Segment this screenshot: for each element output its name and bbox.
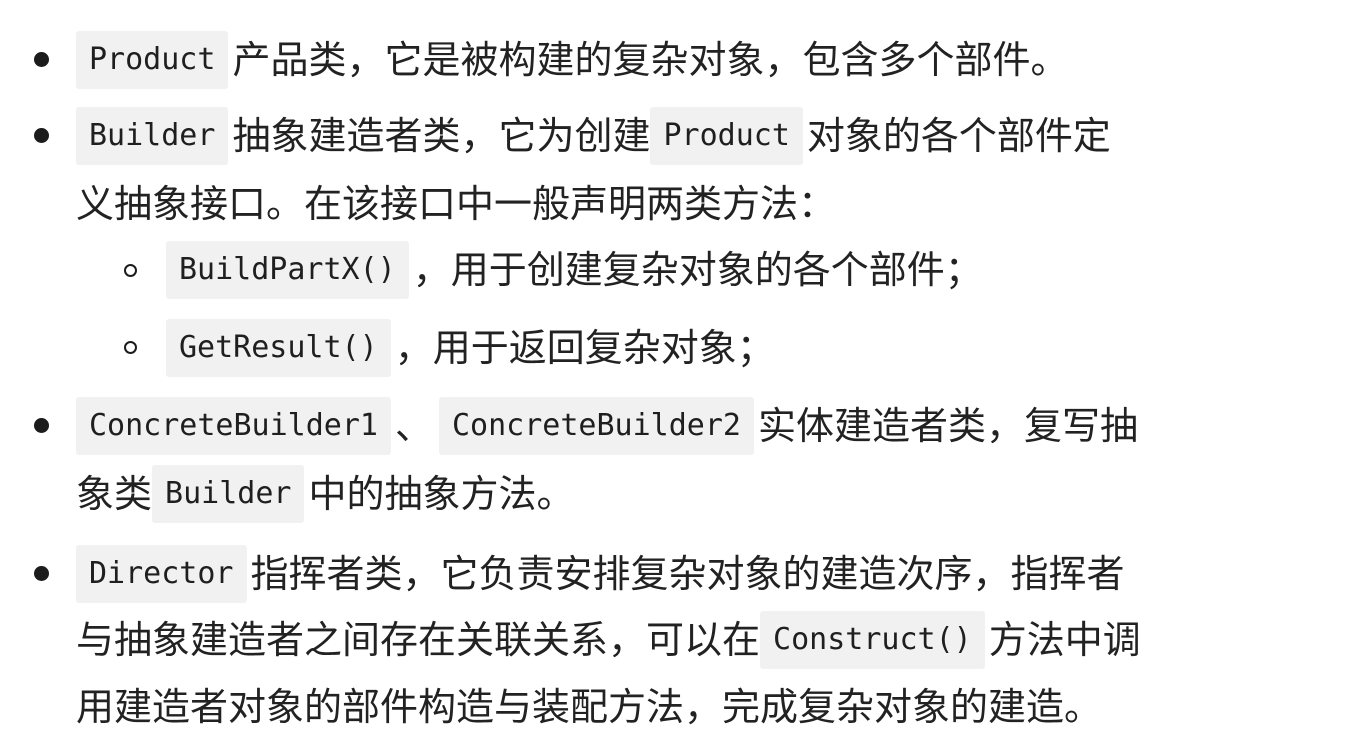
list-item-line: Builder 抽象建造者类，它为创建 Product 对象的各个部件定 (76, 104, 1332, 168)
inline-code: GetResult() (166, 319, 391, 377)
inline-code: Product (650, 107, 803, 165)
bullet-dot-icon (34, 52, 49, 67)
item-text: 义抽象接口。在该接口中一般声明两类方法： (76, 182, 837, 226)
inline-code: BuildPartX() (166, 241, 409, 299)
sub-list-item-line: GetResult() ，用于返回复杂对象； (166, 316, 1332, 380)
bullet-dot-icon (34, 128, 49, 143)
item-text: 中的抽象方法。 (308, 472, 575, 516)
inline-code: Product (76, 31, 229, 89)
item-text: ，用于返回复杂对象； (394, 326, 775, 370)
inline-code: Construct() (760, 611, 985, 669)
list-item-line: Product 产品类，它是被构建的复杂对象，包含多个部件。 (76, 28, 1332, 92)
item-text: 产品类，它是被构建的复杂对象，包含多个部件。 (232, 38, 1069, 82)
list-item-line: Director 指挥者类，它负责安排复杂对象的建造次序，指挥者 (76, 542, 1332, 606)
bullet-circle-icon (124, 341, 137, 354)
list-item-line: ConcreteBuilder1 、 ConcreteBuilder2 实体建造… (76, 394, 1332, 458)
list-item-line: 用建造者对象的部件构造与装配方法，完成复杂对象的建造。 (76, 675, 1332, 739)
item-separator: 、 (394, 404, 433, 448)
list-item-line: 象类 Builder 中的抽象方法。 (76, 462, 1332, 526)
item-text: 实体建造者类，复写抽 (757, 404, 1138, 448)
list-item-line: 与抽象建造者之间存在关联关系，可以在 Construct() 方法中调 (76, 608, 1332, 672)
item-text: 与抽象建造者之间存在关联关系，可以在 (76, 618, 761, 662)
bullet-dot-icon (34, 566, 49, 581)
inline-code: Builder (76, 107, 229, 165)
item-text: 方法中调 (988, 618, 1141, 662)
bullet-circle-icon (124, 264, 137, 277)
list-item-line: 义抽象接口。在该接口中一般声明两类方法： (76, 172, 1332, 236)
item-text: 对象的各个部件定 (806, 114, 1111, 158)
sub-list-item-line: BuildPartX() ，用于创建复杂对象的各个部件； (166, 238, 1332, 302)
inline-code: Builder (152, 465, 305, 523)
item-text: 象类 (76, 472, 153, 516)
item-text: 抽象建造者类，它为创建 (232, 114, 651, 158)
bullet-dot-icon (34, 418, 49, 433)
inline-code: ConcreteBuilder2 (439, 397, 754, 455)
item-text: 指挥者类，它负责安排复杂对象的建造次序，指挥者 (250, 552, 1125, 596)
item-text: ，用于创建复杂对象的各个部件； (412, 248, 983, 292)
inline-code: Director (76, 545, 247, 603)
document-body: Product 产品类，它是被构建的复杂对象，包含多个部件。 Builder 抽… (0, 0, 1352, 752)
item-text: 用建造者对象的部件构造与装配方法，完成复杂对象的建造。 (76, 685, 1103, 729)
inline-code: ConcreteBuilder1 (76, 397, 391, 455)
